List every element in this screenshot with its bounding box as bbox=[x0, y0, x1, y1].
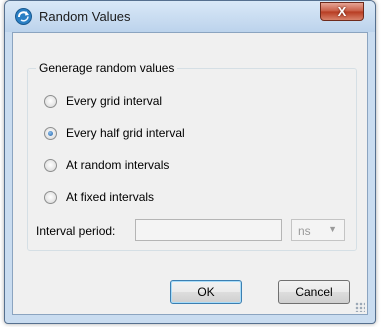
option-every-grid-interval[interactable]: Every grid interval bbox=[44, 93, 162, 109]
group-label: Generage random values bbox=[36, 61, 178, 75]
option-label: At random intervals bbox=[66, 158, 170, 172]
close-icon: X bbox=[337, 4, 347, 19]
option-at-random-intervals[interactable]: At random intervals bbox=[44, 157, 169, 173]
option-label: At fixed intervals bbox=[66, 190, 155, 204]
radio-button[interactable] bbox=[44, 158, 57, 172]
radio-button-checked[interactable] bbox=[44, 126, 57, 140]
chevron-down-icon: ▼ bbox=[328, 224, 337, 234]
radio-button[interactable] bbox=[44, 94, 57, 108]
unit-value: ns bbox=[298, 224, 311, 238]
radio-button[interactable] bbox=[44, 190, 57, 204]
refresh-circle-icon bbox=[15, 8, 32, 25]
window-title: Random Values bbox=[39, 9, 131, 24]
dialog-body: Generage random values Every grid interv… bbox=[12, 32, 368, 315]
resize-grip-icon[interactable] bbox=[355, 302, 365, 312]
title-bar[interactable]: Random Values X bbox=[5, 1, 375, 32]
option-label: Every half grid interval bbox=[66, 126, 185, 140]
option-label: Every grid interval bbox=[66, 94, 163, 108]
option-at-fixed-intervals[interactable]: At fixed intervals bbox=[44, 189, 154, 205]
random-values-dialog: Random Values X Generage random values E… bbox=[4, 0, 376, 324]
interval-period-label: Interval period: bbox=[36, 224, 116, 238]
cancel-button[interactable]: Cancel bbox=[278, 280, 350, 304]
option-every-half-grid-interval[interactable]: Every half grid interval bbox=[44, 125, 185, 141]
close-button[interactable]: X bbox=[320, 2, 364, 21]
ok-button[interactable]: OK bbox=[170, 280, 242, 304]
random-values-group: Generage random values Every grid interv… bbox=[27, 61, 357, 251]
interval-unit-select[interactable]: ns ▼ bbox=[291, 219, 345, 241]
interval-period-input[interactable] bbox=[135, 219, 282, 241]
